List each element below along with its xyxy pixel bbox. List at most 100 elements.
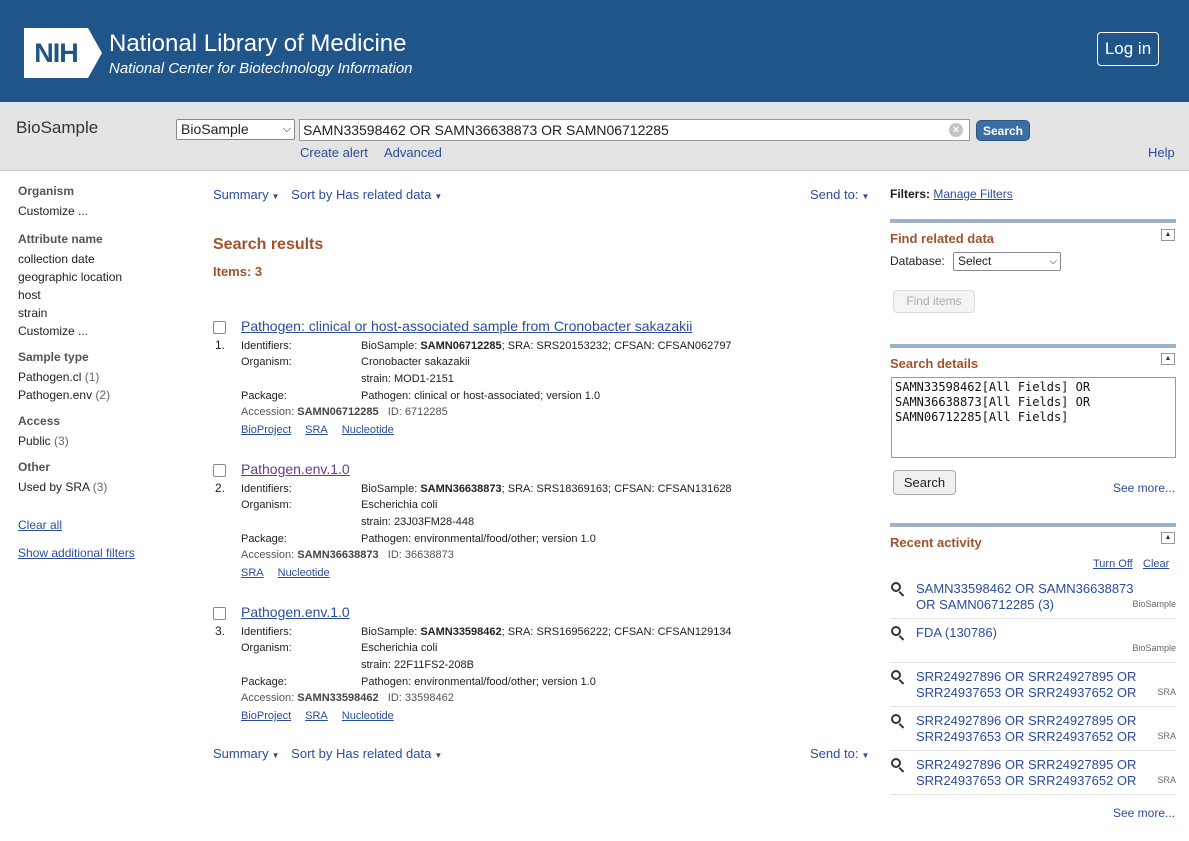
site-title[interactable]: National Library of Medicine [109,30,406,58]
create-alert-link[interactable]: Create alert [300,145,368,160]
recent-activity-db: SRA [1157,687,1176,697]
recent-activity-item[interactable]: SRR24927896 OR SRR24927895 OR SRR2493765… [890,713,1176,751]
recent-activity-text[interactable]: SRR24927896 OR SRR24927895 OR SRR2493765… [916,757,1146,789]
filter-group-heading: Attribute name [18,232,103,246]
result-title-link[interactable]: Pathogen.env.1.0 [241,604,350,620]
turn-off-link[interactable]: Turn Off [1093,558,1133,570]
result-checkbox[interactable] [213,464,226,477]
nucleotide-link[interactable]: Nucleotide [342,710,394,722]
caret-down-icon: ▼ [271,192,280,201]
login-button[interactable]: Log in [1097,32,1159,66]
organism-row: Organism: Cronobacter sakazakii [241,354,470,370]
sra-link[interactable]: SRA [241,567,264,579]
summary-label: Summary [213,746,269,761]
send-to-label: Send to: [810,187,859,202]
filter-item[interactable]: host [18,286,198,304]
database-select[interactable]: BioSample ⌵ [176,119,295,140]
bioproject-link[interactable]: BioProject [241,710,291,722]
filter-item[interactable]: Pathogen.env (2) [18,386,198,404]
nih-logo[interactable]: NIH [24,28,102,78]
related-links: SRA Nucleotide [241,567,344,579]
clear-all-link[interactable]: Clear all [18,518,198,532]
filter-item[interactable]: strain [18,304,198,322]
recent-activity-text[interactable]: FDA (130786) [916,625,1146,641]
database-label: Database: [890,254,945,268]
id-value: 33598462 [404,692,454,704]
clear-search-icon[interactable]: × [949,123,963,137]
recent-activity-db: SRA [1157,731,1176,741]
search-input[interactable]: SAMN33598462 OR SAMN36638873 OR SAMN0671… [299,119,970,141]
show-additional-filters-link[interactable]: Show additional filters [18,546,198,560]
recent-activity-item[interactable]: FDA (130786) BioSample [890,625,1176,663]
nih-logo-text: NIH [24,28,88,78]
recent-activity-text[interactable]: SRR24927896 OR SRR24927895 OR SRR2493765… [916,669,1146,701]
filters-line: Filters: Manage Filters [890,187,1013,201]
recent-activity-item[interactable]: SRR24927896 OR SRR24927895 OR SRR2493765… [890,757,1176,795]
identifiers-value: BioSample: SAMN33598462; SRA: SRS1695622… [361,624,732,640]
result-number: 2. [215,481,226,495]
filter-item[interactable]: Customize ... [18,322,198,340]
id-label: ID: [387,549,402,561]
filter-item-count: (3) [54,434,69,448]
filter-item[interactable]: Used by SRA (3) [18,478,198,496]
sort-label: Sort by Has related data [291,187,432,202]
nucleotide-link[interactable]: Nucleotide [278,567,330,579]
find-items-button[interactable]: Find items [893,290,975,313]
identifiers-prefix: BioSample: [361,340,421,352]
recent-activity-text[interactable]: SRR24927896 OR SRR24927895 OR SRR2493765… [916,713,1146,745]
results-toolbar-top: Summary ▼ Sort by Has related data ▼ Send … [213,187,871,202]
id-value: 36638873 [404,549,454,561]
related-database-select[interactable]: Select ⌵ [953,252,1061,271]
recent-activity-text[interactable]: SAMN33598462 OR SAMN36638873 OR SAMN0671… [916,581,1146,613]
filter-item-count: (3) [92,480,108,494]
organism-row: Organism: Escherichia coli [241,640,437,656]
result-checkbox[interactable] [213,321,226,334]
recent-activity-see-more-link[interactable]: See more... [1113,806,1175,820]
filter-item[interactable]: Public (3) [18,432,198,450]
nucleotide-link[interactable]: Nucleotide [342,424,394,436]
sort-dropdown[interactable]: Sort by Has related data ▼ [291,187,442,202]
database-name[interactable]: BioSample [16,118,98,138]
sra-link[interactable]: SRA [305,710,328,722]
result-checkbox[interactable] [213,607,226,620]
send-to-dropdown[interactable]: Send to: ▼ [810,746,869,761]
recent-activity-item[interactable]: SAMN33598462 OR SAMN36638873 OR SAMN0671… [890,581,1176,619]
result-title-link[interactable]: Pathogen: clinical or host-associated sa… [241,318,692,334]
strain-value: strain: MOD1-2151 [361,373,454,385]
results-heading: Search results [213,236,324,253]
search-details-see-more-link[interactable]: See more... [1113,481,1175,495]
summary-dropdown[interactable]: Summary ▼ [213,746,280,761]
send-to-label: Send to: [810,746,859,761]
filter-item[interactable]: Customize ... [18,202,198,220]
manage-filters-link[interactable]: Manage Filters [933,187,1012,201]
clear-activity-link[interactable]: Clear [1143,558,1169,570]
organism-label: Organism: [241,499,292,511]
result-title-link[interactable]: Pathogen.env.1.0 [241,461,350,477]
accession-row: Accession: SAMN36638873 ID: 36638873 [241,549,454,561]
bioproject-link[interactable]: BioProject [241,424,291,436]
send-to-dropdown[interactable]: Send to: ▼ [810,187,869,202]
collapse-icon[interactable]: ▲ [1161,532,1175,544]
summary-dropdown[interactable]: Summary ▼ [213,187,280,202]
filter-item[interactable]: Pathogen.cl (1) [18,368,198,386]
identifiers-row: Identifiers: BioSample: SAMN36638873; SRA… [241,481,732,497]
package-label: Package: [241,676,287,688]
collapse-icon[interactable]: ▲ [1161,229,1175,241]
result-number: 1. [215,338,226,352]
filter-item-count: (1) [84,370,100,384]
filter-item[interactable]: collection date [18,250,198,268]
filter-item[interactable]: geographic location [18,268,198,286]
search-details-button[interactable]: Search [893,470,956,495]
collapse-icon[interactable]: ▲ [1161,353,1175,365]
sort-dropdown[interactable]: Sort by Has related data ▼ [291,746,442,761]
sra-link[interactable]: SRA [305,424,328,436]
help-link[interactable]: Help [1148,145,1175,160]
search-button[interactable]: Search [976,120,1030,141]
accession-value: SAMN06712285 [297,406,379,418]
filter-item-label: Pathogen.cl [18,370,82,384]
advanced-search-link[interactable]: Advanced [384,145,442,160]
recent-activity-item[interactable]: SRR24927896 OR SRR24927895 OR SRR2493765… [890,669,1176,707]
filter-group-other: Other Used by SRA (3) [18,460,198,496]
search-details-textarea[interactable]: SAMN33598462[All Fields] OR SAMN36638873… [891,377,1176,458]
identifiers-prefix: BioSample: [361,483,421,495]
